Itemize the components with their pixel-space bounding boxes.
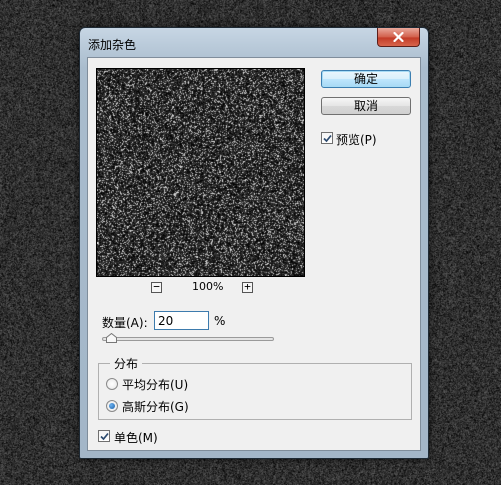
title-bar[interactable]: 添加杂色 (80, 28, 428, 56)
close-icon (393, 32, 404, 42)
close-button[interactable] (377, 28, 420, 47)
uniform-label: 平均分布(U) (122, 378, 189, 392)
dialog-content: − 100% + 确定 取消 预览(P) 数量(A): % 分布 平均分布(U)… (87, 57, 421, 451)
cancel-button[interactable]: 取消 (321, 97, 411, 115)
add-noise-dialog: 添加杂色 − 100% + 确定 取消 预览(P) 数量(A): % 分 (79, 27, 429, 459)
monochromatic-checkbox[interactable] (98, 430, 110, 442)
monochromatic-label: 单色(M) (114, 431, 158, 445)
amount-label: 数量(A): (102, 316, 148, 330)
radio-selected-dot (109, 403, 115, 409)
preview-label: 预览(P) (336, 133, 377, 147)
zoom-level: 100% (192, 280, 224, 293)
zoom-in-button[interactable]: + (242, 281, 253, 293)
amount-input[interactable] (154, 311, 209, 330)
amount-unit: % (214, 314, 226, 328)
zoom-out-button[interactable]: − (151, 281, 162, 293)
gaussian-radio[interactable] (106, 400, 118, 412)
slider-thumb-icon[interactable] (105, 333, 117, 343)
ok-button[interactable]: 确定 (321, 70, 411, 88)
distribution-legend: 分布 (110, 355, 143, 372)
uniform-radio[interactable] (106, 378, 118, 390)
preview-pane[interactable] (96, 68, 305, 277)
dialog-title: 添加杂色 (88, 38, 137, 52)
gaussian-label: 高斯分布(G) (122, 400, 189, 414)
amount-slider-track[interactable] (102, 337, 274, 341)
checkmark-icon (99, 432, 109, 440)
preview-checkbox[interactable] (321, 132, 333, 144)
checkmark-icon (322, 134, 332, 142)
preview-noise-image (97, 69, 304, 276)
